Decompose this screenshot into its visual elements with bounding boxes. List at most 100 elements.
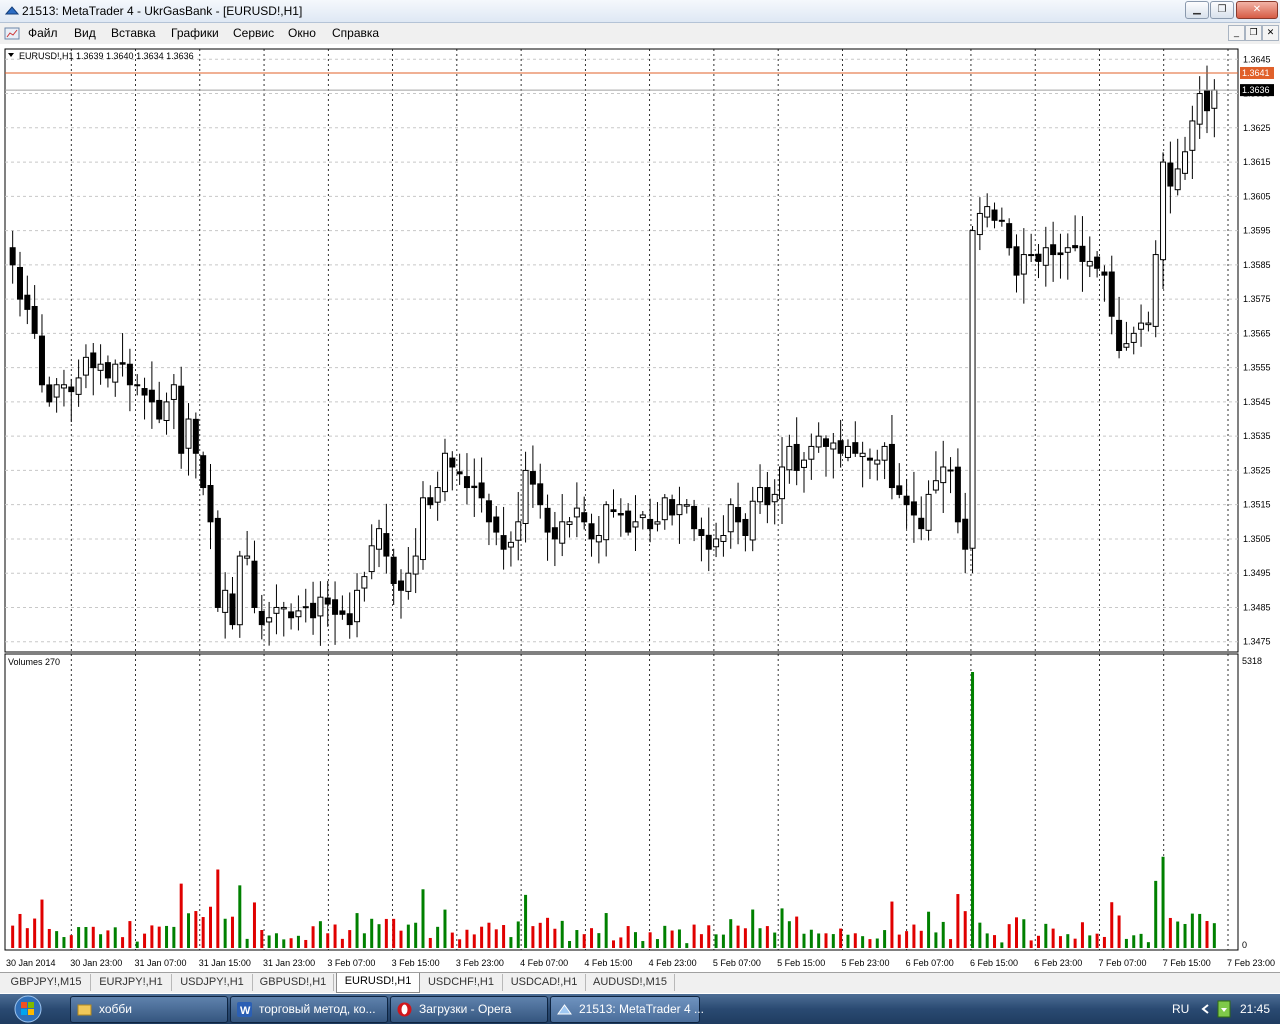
bull-candle <box>222 589 229 613</box>
tab-usdjpy[interactable]: USDJPY!,H1 <box>172 974 253 991</box>
time-tick-label: 5 Feb 23:00 <box>841 958 889 968</box>
bull-candle <box>441 452 448 493</box>
volume-zero-label: 0 <box>1242 940 1247 950</box>
time-tick-label: 4 Feb 07:00 <box>520 958 568 968</box>
bull-candle <box>720 535 727 542</box>
tab-usdcad[interactable]: USDCAD!,H1 <box>503 974 586 991</box>
show-hidden-icons-icon[interactable] <box>1200 1003 1212 1015</box>
bear-candle <box>1057 252 1064 256</box>
bear-candle <box>1204 90 1211 112</box>
time-tick-label: 4 Feb 15:00 <box>584 958 632 968</box>
menu-file[interactable]: Файл <box>28 26 58 40</box>
bear-candle <box>258 610 265 626</box>
bull-candle <box>932 480 939 491</box>
bull-candle <box>185 418 192 449</box>
taskbar-item-word[interactable]: W торговый метод, ко... <box>230 996 388 1023</box>
bear-candle <box>764 487 771 506</box>
bear-candle <box>954 466 961 523</box>
bull-candle <box>1145 322 1152 326</box>
menu-charts[interactable]: Графики <box>171 26 219 40</box>
bull-candle <box>273 606 280 614</box>
price-chart[interactable]: 1.36451.36351.36251.36151.36051.35951.35… <box>0 44 1280 970</box>
bear-candle <box>705 534 712 550</box>
bull-candle <box>236 555 243 626</box>
menu-window[interactable]: Окно <box>288 26 316 40</box>
bear-candle <box>214 517 221 608</box>
time-tick-label: 6 Feb 15:00 <box>970 958 1018 968</box>
bull-candle <box>654 521 661 525</box>
clock[interactable]: 21:45 <box>1240 994 1270 1024</box>
bull-candle <box>573 507 580 518</box>
bull-candle <box>1064 247 1071 253</box>
tab-eurusd[interactable]: EURUSD!,H1 <box>336 973 420 993</box>
bear-candle <box>1108 271 1115 317</box>
menu-insert[interactable]: Вставка <box>111 26 156 40</box>
menu-help[interactable]: Справка <box>332 26 379 40</box>
bear-candle <box>947 469 954 472</box>
bear-candle <box>1050 244 1057 256</box>
word-icon: W <box>237 1002 252 1017</box>
bull-candle <box>830 442 837 450</box>
bear-candle <box>485 500 492 523</box>
tab-gbpjpy[interactable]: GBPJPY!,M15 <box>2 974 91 991</box>
bear-candle <box>1094 256 1101 269</box>
bull-candle <box>1042 247 1049 266</box>
bear-candle <box>24 294 31 310</box>
minimize-button[interactable]: ▁ <box>1185 1 1209 19</box>
mdi-close-button[interactable]: ✕ <box>1262 25 1279 41</box>
price-tick-label: 1.3525 <box>1243 465 1271 475</box>
bull-candle <box>405 572 412 592</box>
tab-audusd[interactable]: AUDUSD!,M15 <box>586 974 675 991</box>
bull-candle <box>566 521 573 525</box>
window-title: 21513: MetaTrader 4 - UkrGasBank - [EURU… <box>22 4 303 18</box>
bull-candle <box>874 459 881 465</box>
bull-candle <box>757 487 764 503</box>
bull-candle <box>317 596 324 617</box>
chart-window-icon <box>4 27 20 40</box>
bull-candle <box>97 363 104 371</box>
bull-candle <box>354 589 361 623</box>
bull-candle <box>727 504 734 533</box>
chart-window[interactable]: 1.36451.36351.36251.36151.36051.35951.35… <box>0 44 1280 970</box>
bear-candle <box>90 352 97 369</box>
tab-usdchf[interactable]: USDCHF!,H1 <box>420 974 503 991</box>
tab-gbpusd[interactable]: GBPUSD!,H1 <box>253 974 334 991</box>
bull-candle <box>134 384 141 387</box>
menu-bar: Файл Вид Вставка Графики Сервис Окно Спр… <box>0 23 1280 45</box>
bear-candle <box>390 556 397 584</box>
bear-candle <box>691 505 698 530</box>
bear-candle <box>38 335 45 386</box>
bear-candle <box>1072 245 1079 249</box>
close-button[interactable]: ✕ <box>1236 1 1278 19</box>
taskbar-item-metatrader[interactable]: 21513: MetaTrader 4 ... <box>550 996 704 1023</box>
bear-candle <box>852 442 859 454</box>
price-tick-label: 1.3645 <box>1243 54 1271 64</box>
network-icon[interactable] <box>1217 1000 1231 1018</box>
bear-candle <box>888 443 895 489</box>
start-button[interactable] <box>6 994 50 1024</box>
bull-candle <box>170 384 177 400</box>
bear-candle <box>1028 254 1035 257</box>
bear-candle <box>1035 253 1042 262</box>
bear-candle <box>910 501 917 516</box>
tab-eurjpy[interactable]: EURJPY!,H1 <box>91 974 172 991</box>
taskbar-item-opera[interactable]: Загрузки - Opera <box>390 996 548 1023</box>
time-tick-label: 3 Feb 07:00 <box>327 958 375 968</box>
time-tick-label: 7 Feb 23:00 <box>1227 958 1275 968</box>
bull-candle <box>75 377 82 395</box>
language-indicator[interactable]: RU <box>1172 994 1189 1024</box>
bull-candle <box>559 521 566 544</box>
menu-view[interactable]: Вид <box>74 26 96 40</box>
restore-button[interactable]: ❐ <box>1210 1 1234 19</box>
bear-candle <box>669 499 676 516</box>
menu-tools[interactable]: Сервис <box>233 26 274 40</box>
bull-candle <box>786 445 793 471</box>
price-tick-label: 1.3555 <box>1243 363 1271 373</box>
mdi-minimize-button[interactable]: _ <box>1228 25 1245 41</box>
mdi-restore-button[interactable]: ❐ <box>1245 25 1262 41</box>
bear-candle <box>1167 162 1174 187</box>
volume-max-label: 5318 <box>1242 656 1262 666</box>
taskbar-item-folder[interactable]: хобби <box>70 996 228 1023</box>
price-tick-label: 1.3625 <box>1243 123 1271 133</box>
bull-candle <box>266 617 273 623</box>
